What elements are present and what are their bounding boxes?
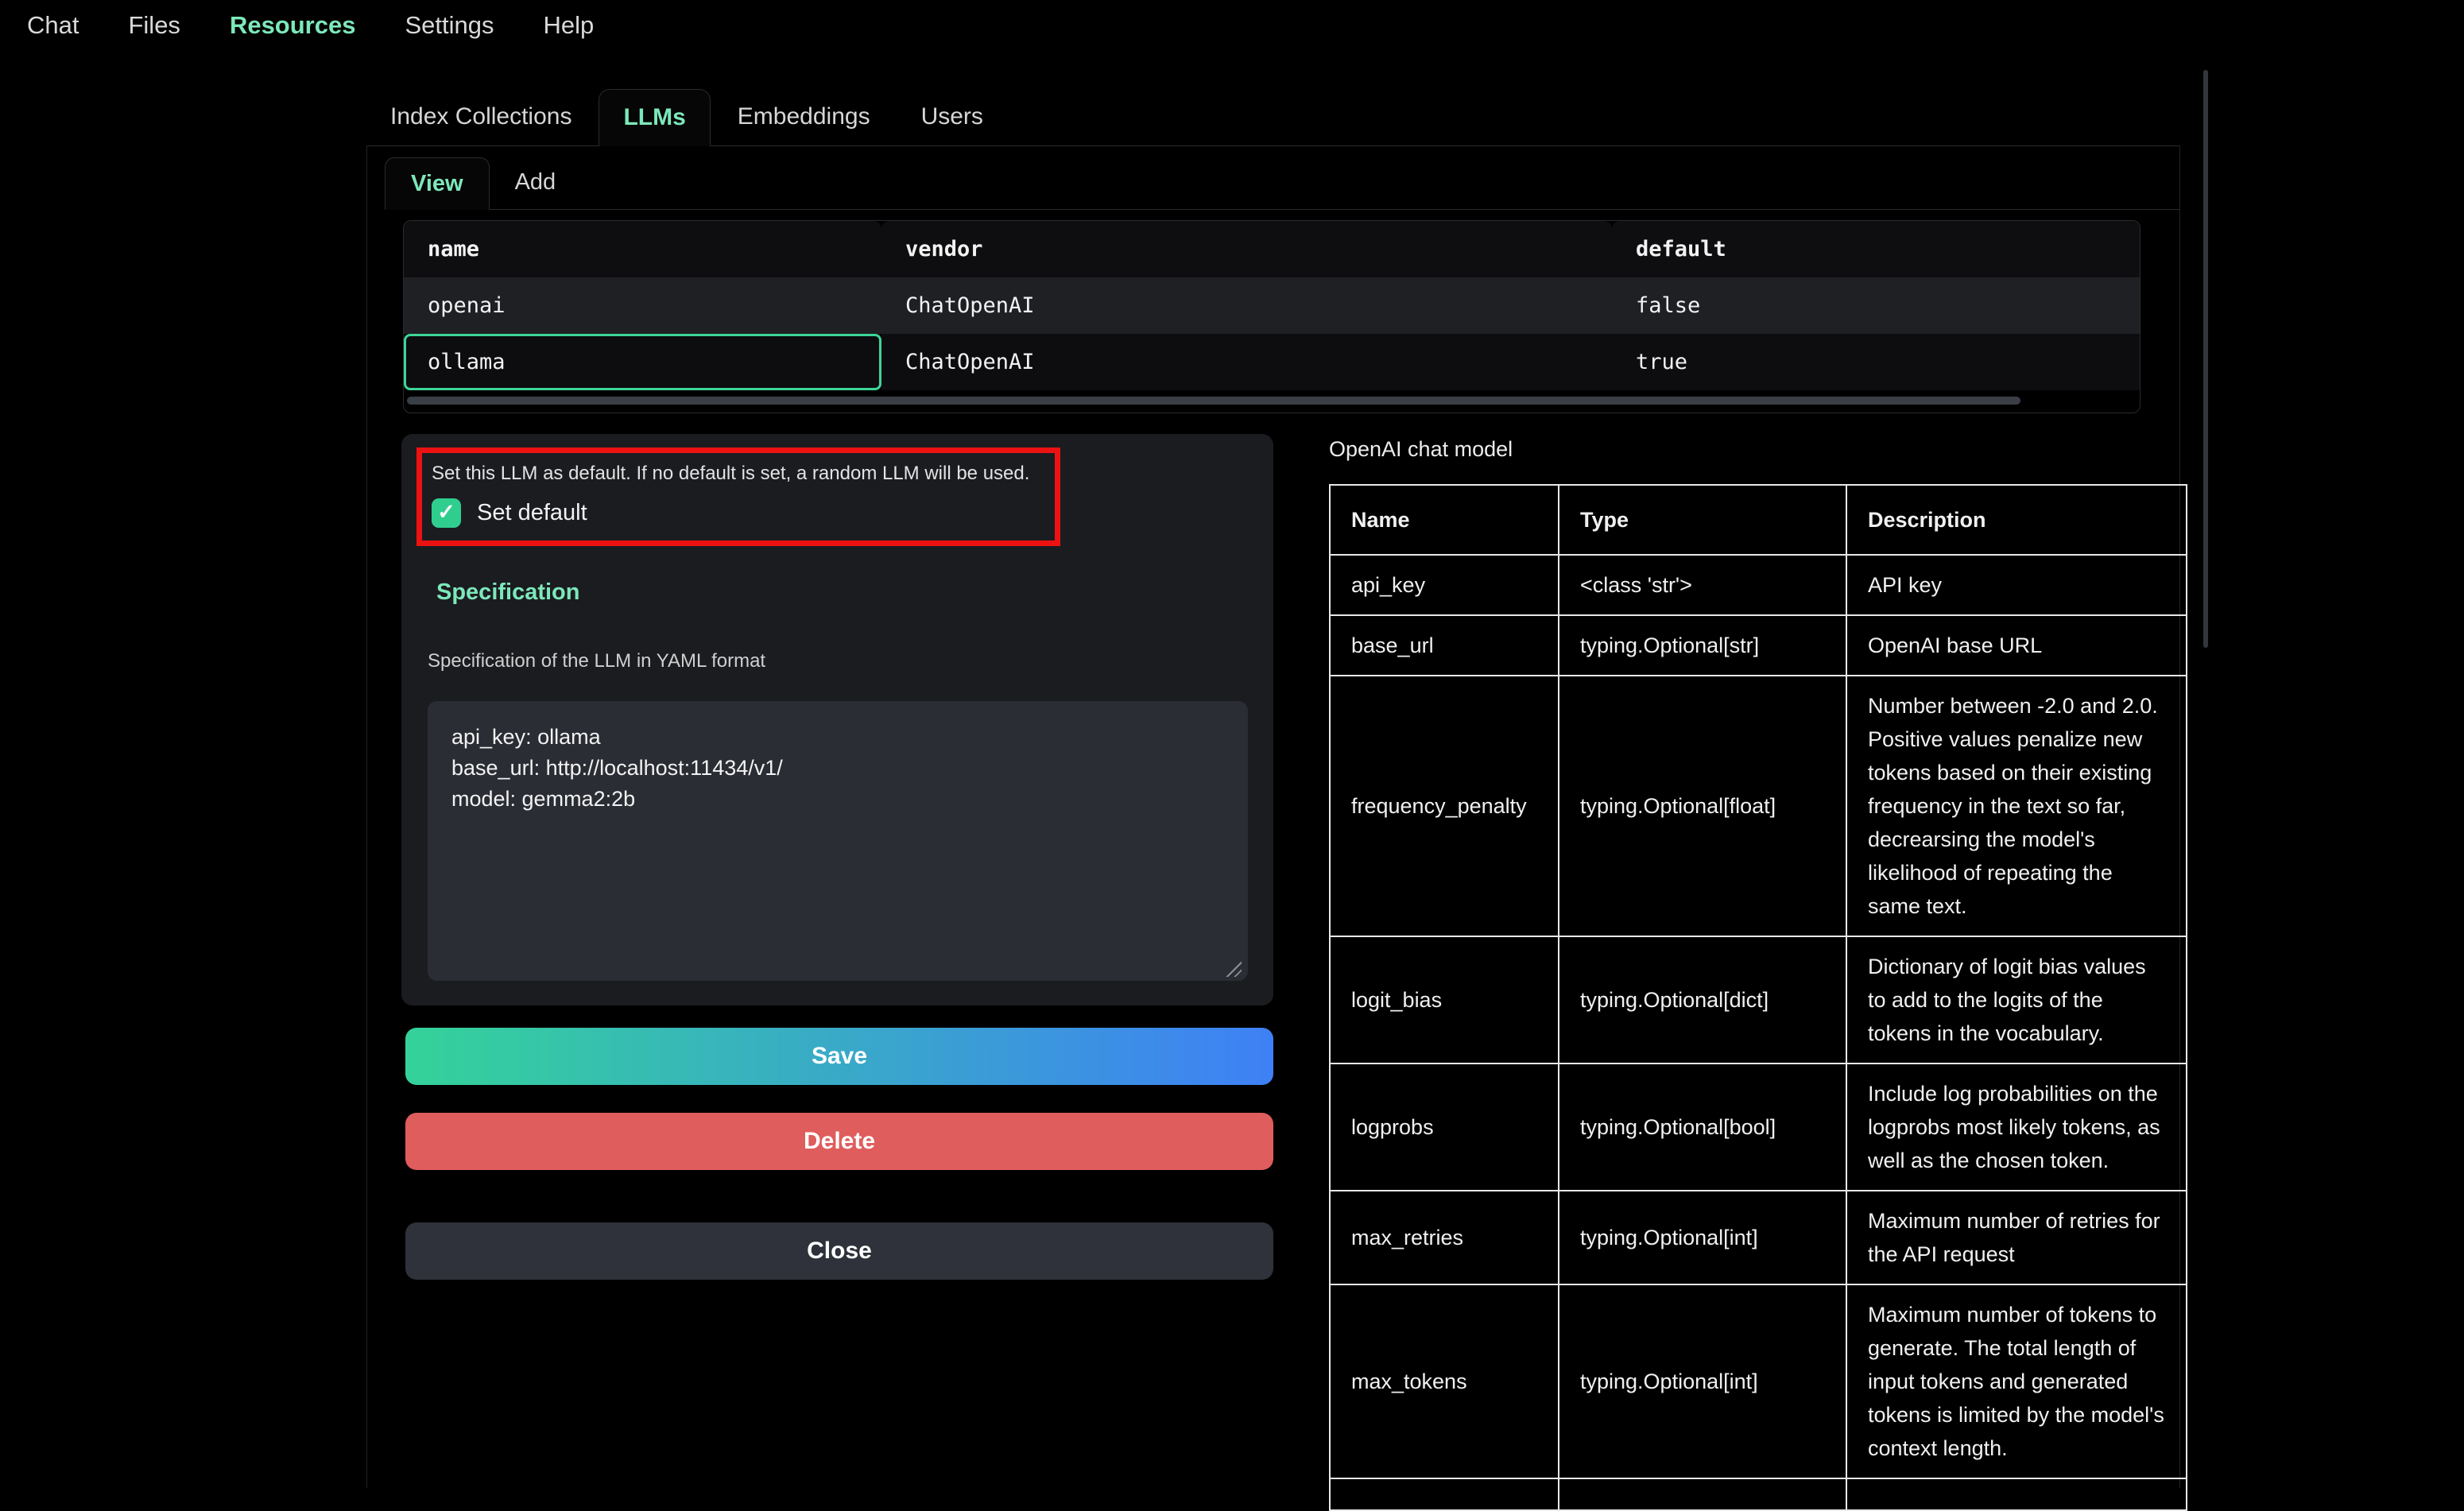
resource-tabs: Index Collections LLMs Embeddings Users xyxy=(366,89,1007,146)
llm-detail-card: Set this LLM as default. If no default i… xyxy=(401,434,1273,1005)
llm-cell-name: openai xyxy=(404,277,881,334)
set-default-hint: Set this LLM as default. If no default i… xyxy=(432,461,1042,486)
llm-row-openai[interactable]: openai ChatOpenAI false xyxy=(404,277,2140,334)
doc-param-type: <class 'str'> xyxy=(1559,555,1846,615)
doc-param-name: base_url xyxy=(1330,615,1559,676)
doc-param-description: Maximum number of retries for the API re… xyxy=(1846,1191,2187,1284)
specification-yaml-input[interactable]: api_key: ollama base_url: http://localho… xyxy=(428,701,1248,981)
doc-col-type: Type xyxy=(1559,485,1846,555)
llm-table-header-row: name vendor default xyxy=(404,221,2140,277)
specification-editor-wrap: api_key: ollama base_url: http://localho… xyxy=(428,701,1248,985)
model-doc-table: Name Type Description api_key <class 'st… xyxy=(1329,484,2187,1511)
doc-param-name: max_retries xyxy=(1330,1191,1559,1284)
tab-index-collections[interactable]: Index Collections xyxy=(366,89,595,146)
nav-item-help[interactable]: Help xyxy=(543,11,594,40)
delete-button[interactable]: Delete xyxy=(405,1113,1273,1170)
doc-param-type: typing.Optional[float] xyxy=(1559,676,1846,936)
check-icon: ✓ xyxy=(437,502,455,523)
doc-row-cutoff xyxy=(1330,1478,2187,1510)
doc-col-description: Description xyxy=(1846,485,2187,555)
doc-param-type: typing.Optional[int] xyxy=(1559,1191,1846,1284)
save-button[interactable]: Save xyxy=(405,1028,1273,1085)
llm-detail-column: Set this LLM as default. If no default i… xyxy=(401,434,1273,1280)
llms-panel: View Add name vendor default openai Chat… xyxy=(366,145,2180,1488)
vertical-scrollbar-thumb[interactable] xyxy=(2203,70,2208,648)
doc-param-name: frequency_penalty xyxy=(1330,676,1559,936)
doc-param-description xyxy=(1846,1478,2187,1510)
set-default-checkbox[interactable]: ✓ xyxy=(432,498,461,528)
doc-param-description: OpenAI base URL xyxy=(1846,615,2187,676)
doc-row-frequency-penalty: frequency_penalty typing.Optional[float]… xyxy=(1330,676,2187,936)
subtab-view[interactable]: View xyxy=(385,157,490,210)
doc-param-description: Number between -2.0 and 2.0. Positive va… xyxy=(1846,676,2187,936)
specification-caption: Specification of the LLM in YAML format xyxy=(428,650,1273,672)
nav-item-chat[interactable]: Chat xyxy=(27,11,79,40)
doc-param-type: typing.Optional[bool] xyxy=(1559,1064,1846,1191)
doc-row-max-retries: max_retries typing.Optional[int] Maximum… xyxy=(1330,1191,2187,1284)
llm-cell-default: true xyxy=(1612,334,2140,390)
detail-columns: Set this LLM as default. If no default i… xyxy=(401,434,2179,1511)
llm-list-table: name vendor default openai ChatOpenAI fa… xyxy=(404,221,2140,390)
view-add-subtabs: View Add xyxy=(385,157,2179,210)
doc-row-logit-bias: logit_bias typing.Optional[dict] Diction… xyxy=(1330,936,2187,1064)
nav-item-settings[interactable]: Settings xyxy=(405,11,494,40)
doc-param-name xyxy=(1330,1478,1559,1510)
horizontal-scrollbar-thumb[interactable] xyxy=(407,397,2020,405)
doc-param-name: logit_bias xyxy=(1330,936,1559,1064)
doc-param-type: typing.Optional[str] xyxy=(1559,615,1846,676)
doc-row-base-url: base_url typing.Optional[str] OpenAI bas… xyxy=(1330,615,2187,676)
doc-param-name: logprobs xyxy=(1330,1064,1559,1191)
doc-row-logprobs: logprobs typing.Optional[bool] Include l… xyxy=(1330,1064,2187,1191)
llm-col-vendor: vendor xyxy=(881,221,1612,277)
doc-param-description: Maximum number of tokens to generate. Th… xyxy=(1846,1284,2187,1478)
llm-row-ollama[interactable]: ollama ChatOpenAI true xyxy=(404,334,2140,390)
set-default-row: ✓ Set default xyxy=(432,498,1042,528)
close-button[interactable]: Close xyxy=(405,1222,1273,1280)
llm-cell-vendor: ChatOpenAI xyxy=(881,277,1612,334)
subtab-add[interactable]: Add xyxy=(490,157,582,209)
nav-item-resources[interactable]: Resources xyxy=(230,11,356,40)
doc-param-type xyxy=(1559,1478,1846,1510)
red-annotation-box: Set this LLM as default. If no default i… xyxy=(416,447,1060,546)
model-doc-title: OpenAI chat model xyxy=(1329,437,2186,462)
doc-param-type: typing.Optional[dict] xyxy=(1559,936,1846,1064)
doc-param-description: API key xyxy=(1846,555,2187,615)
tab-llms[interactable]: LLMs xyxy=(599,89,710,146)
top-nav: Chat Files Resources Settings Help xyxy=(27,11,594,40)
llm-cell-default: false xyxy=(1612,277,2140,334)
doc-param-name: max_tokens xyxy=(1330,1284,1559,1478)
tab-users[interactable]: Users xyxy=(897,89,1007,146)
llm-cell-vendor: ChatOpenAI xyxy=(881,334,1612,390)
specification-heading: Specification xyxy=(436,579,1273,606)
llm-col-default: default xyxy=(1612,221,2140,277)
doc-header-row: Name Type Description xyxy=(1330,485,2187,555)
model-doc-column: OpenAI chat model Name Type Description … xyxy=(1329,434,2186,1511)
tab-embeddings[interactable]: Embeddings xyxy=(714,89,894,146)
doc-param-name: api_key xyxy=(1330,555,1559,615)
nav-item-files[interactable]: Files xyxy=(128,11,180,40)
doc-row-max-tokens: max_tokens typing.Optional[int] Maximum … xyxy=(1330,1284,2187,1478)
doc-param-description: Include log probabilities on the logprob… xyxy=(1846,1064,2187,1191)
doc-param-type: typing.Optional[int] xyxy=(1559,1284,1846,1478)
set-default-label: Set default xyxy=(477,500,587,526)
llm-col-name: name xyxy=(404,221,881,277)
llm-list-card: name vendor default openai ChatOpenAI fa… xyxy=(403,220,2141,413)
doc-param-description: Dictionary of logit bias values to add t… xyxy=(1846,936,2187,1064)
doc-col-name: Name xyxy=(1330,485,1559,555)
doc-row-api-key: api_key <class 'str'> API key xyxy=(1330,555,2187,615)
llm-cell-name-selected: ollama xyxy=(404,334,881,390)
